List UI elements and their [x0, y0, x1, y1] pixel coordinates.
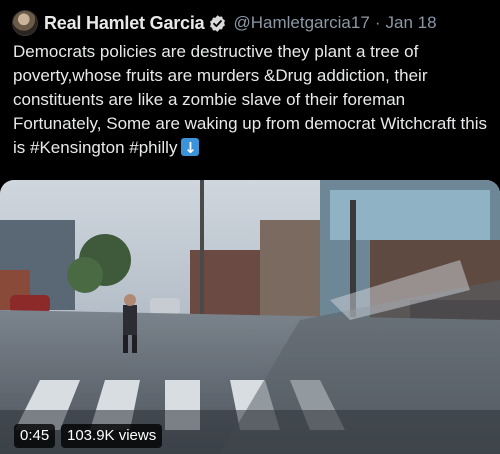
video-duration-badge: 0:45 — [14, 424, 56, 448]
tweet-date[interactable]: Jan 18 — [385, 13, 436, 33]
author-display-name[interactable]: Real Hamlet Garcia — [44, 13, 205, 34]
video-player[interactable] — [0, 180, 500, 454]
avatar[interactable] — [12, 10, 38, 36]
tweet-text-container: Democrats policies are destructive they … — [13, 40, 493, 160]
separator-dot: · — [374, 13, 381, 32]
verified-badge-icon — [210, 14, 226, 32]
arrow-down-emoji-icon — [181, 136, 200, 160]
tweet[interactable]: Real Hamlet Garcia @Hamletgarcia17 · Jan… — [0, 0, 500, 454]
tweet-text: Democrats policies are destructive they … — [13, 42, 487, 157]
author-handle[interactable]: @Hamletgarcia17 — [233, 13, 369, 33]
tweet-header: Real Hamlet Garcia @Hamletgarcia17 · Jan… — [12, 9, 437, 37]
video-frame — [0, 180, 500, 454]
video-views-badge: 103.9K views — [61, 424, 163, 448]
